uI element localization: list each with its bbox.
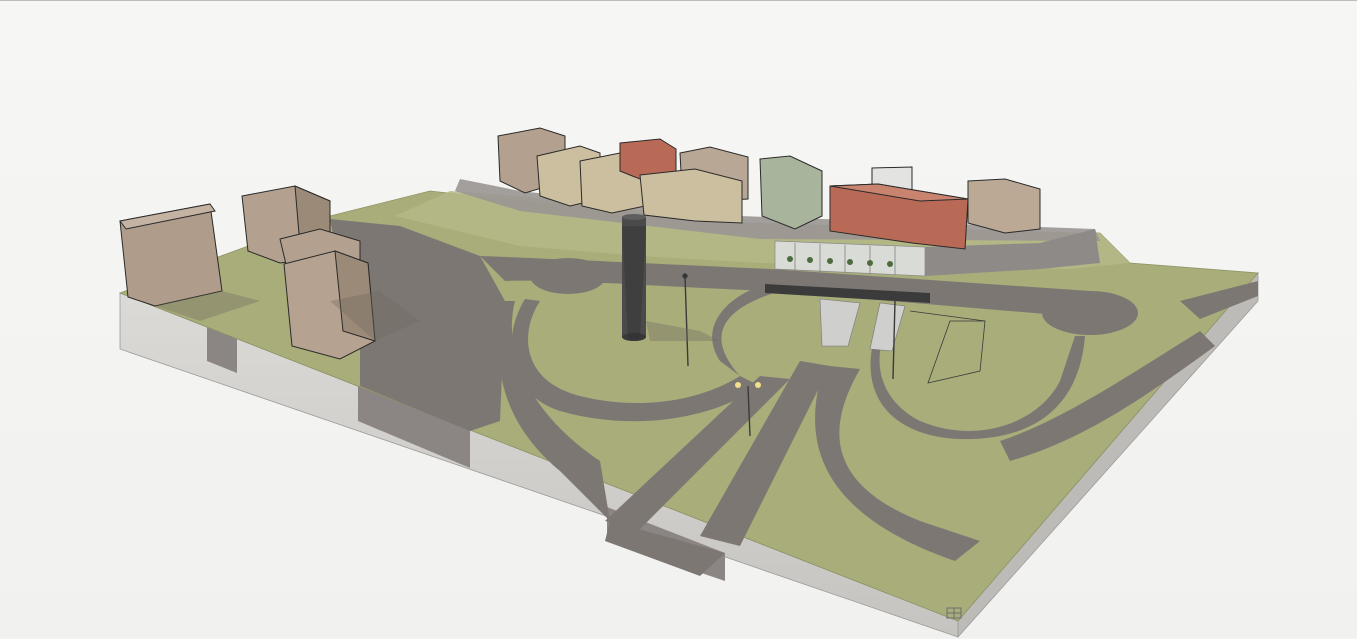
chimney [622,214,646,341]
building-left-1 [119,203,223,307]
site-model-render[interactable] [0,1,1357,639]
building-back-5 [639,168,743,224]
grid-cube-icon[interactable] [945,606,963,620]
building-back-green [759,155,823,230]
building-back-6 [967,178,1041,234]
model-viewport[interactable] [0,0,1357,639]
